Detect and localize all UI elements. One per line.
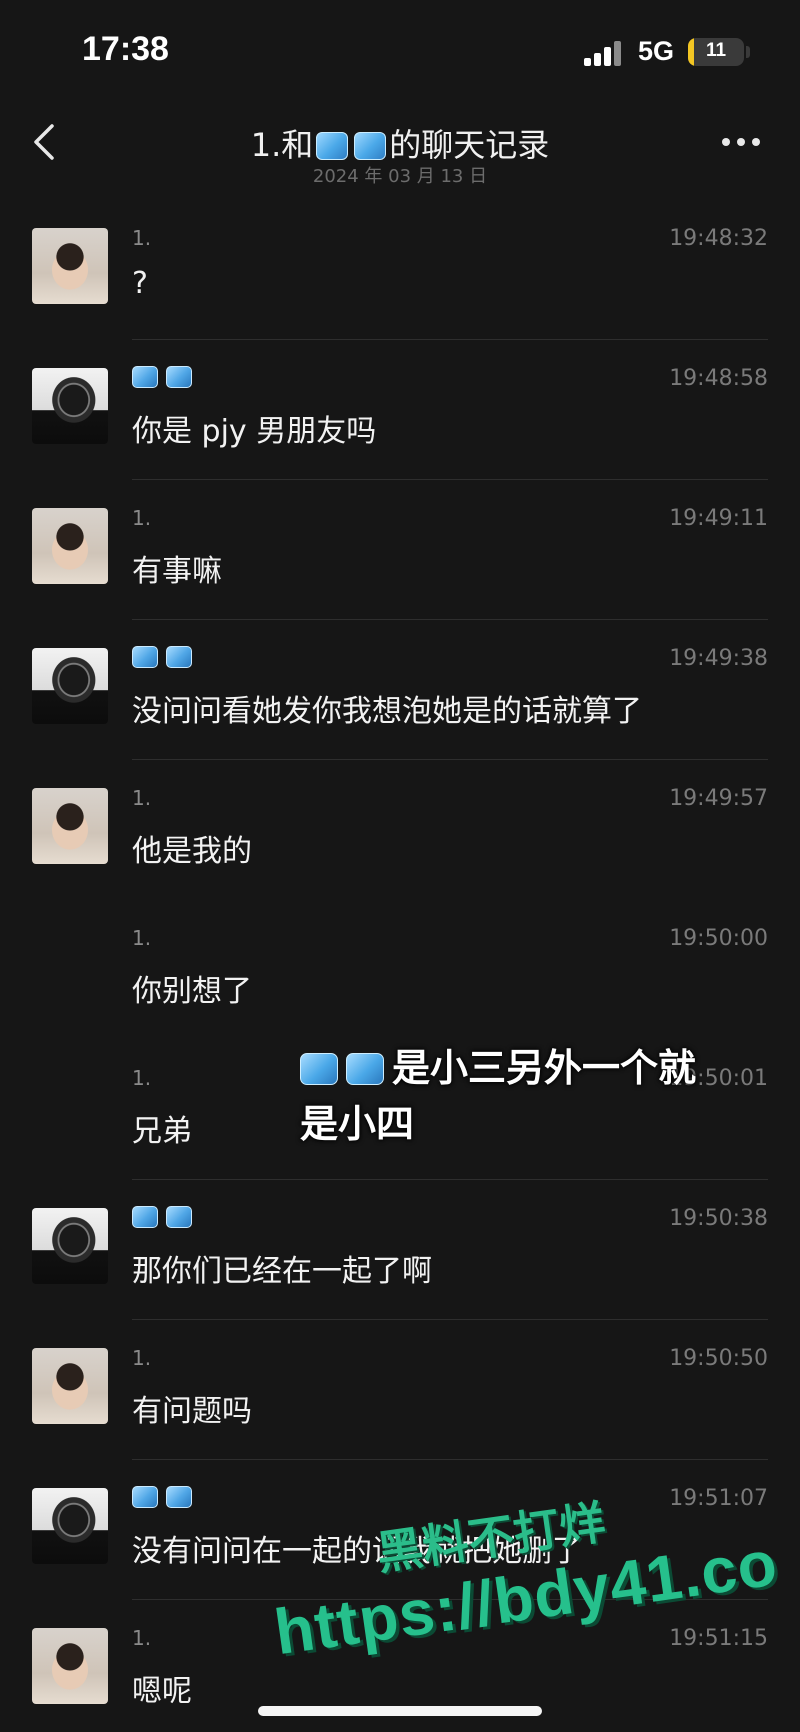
- message-sender: [132, 1206, 200, 1231]
- message-time: 19:49:38: [669, 646, 768, 671]
- message-sender: 1.: [132, 1626, 152, 1650]
- message-time: 19:49:57: [669, 786, 768, 811]
- message-text: 有问题吗: [132, 1394, 252, 1429]
- ice-cube-emoji-icon: [166, 1206, 192, 1228]
- title-prefix: 1.和: [250, 126, 314, 164]
- home-indicator[interactable]: [258, 1706, 542, 1716]
- message-text: 没问问看她发你我想泡她是的话就算了: [132, 694, 642, 729]
- message-sender: 1.: [132, 926, 152, 950]
- navigation-bar: 1.和 的聊天记录 2024 年 03 月 13 日: [0, 100, 800, 200]
- kid-avatar[interactable]: [32, 788, 108, 864]
- message-row: 19:48:58 你是 pjy 男朋友吗: [0, 340, 800, 480]
- message-row: 19:50:38 那你们已经在一起了啊: [0, 1180, 800, 1320]
- message-row: 1. 19:49:11 有事嘛: [0, 480, 800, 620]
- ice-cube-emoji-icon: [346, 1053, 384, 1085]
- message-sender: [132, 366, 200, 391]
- status-bar: 17:38 5G 11: [0, 0, 800, 100]
- message-time: 19:51:07: [669, 1486, 768, 1511]
- man-avatar[interactable]: [32, 1488, 108, 1564]
- status-time: 17:38: [82, 30, 169, 68]
- message-sender: 1.: [132, 506, 152, 530]
- kid-avatar[interactable]: [32, 228, 108, 304]
- ice-cube-emoji-icon: [166, 1486, 192, 1508]
- ice-cube-emoji-icon: [300, 1053, 338, 1085]
- message-text: 有事嘛: [132, 554, 222, 589]
- message-text: 兄弟: [132, 1114, 192, 1149]
- ice-cube-emoji-icon: [132, 366, 158, 388]
- message-time: 19:50:00: [669, 926, 768, 951]
- battery-icon: 11: [688, 38, 744, 66]
- message-time: 19:51:15: [669, 1626, 768, 1651]
- overlay-caption-line-1: 是小三另外一个就: [300, 1040, 760, 1096]
- message-time: 19:50:50: [669, 1346, 768, 1371]
- signal-icon: [584, 40, 622, 66]
- message-time: 19:48:58: [669, 366, 768, 391]
- battery-tip: [746, 46, 750, 58]
- message-text: 嗯呢: [132, 1674, 192, 1709]
- message-text: 他是我的: [132, 834, 252, 869]
- back-arrow-icon[interactable]: [28, 120, 68, 164]
- ice-cube-emoji-icon: [132, 1206, 158, 1228]
- ice-cube-emoji-icon: [316, 132, 349, 160]
- message-text: 你别想了: [132, 974, 252, 1009]
- message-row: 1. 19:50:00 你别想了: [0, 900, 800, 1040]
- ice-cube-emoji-icon: [166, 646, 192, 668]
- network-type: 5G: [638, 36, 675, 66]
- man-avatar[interactable]: [32, 368, 108, 444]
- message-text: ?: [132, 266, 148, 301]
- title-suffix: 的聊天记录: [389, 126, 550, 164]
- kid-avatar[interactable]: [32, 1348, 108, 1424]
- chat-date: 2024 年 03 月 13 日: [312, 166, 488, 187]
- more-options-icon[interactable]: [722, 138, 762, 148]
- message-sender: [132, 1486, 200, 1511]
- chat-record-title: 1.和 的聊天记录: [150, 120, 650, 166]
- overlay-caption-line-2: 是小四: [300, 1102, 415, 1146]
- message-time: 19:50:38: [669, 1206, 768, 1231]
- message-sender: 1.: [132, 1066, 152, 1090]
- battery-level: 11: [705, 40, 727, 61]
- overlay-caption-text-1: 是小三另外一个就: [392, 1046, 697, 1090]
- message-sender: 1.: [132, 1346, 152, 1370]
- message-sender: 1.: [132, 226, 152, 250]
- man-avatar[interactable]: [32, 1208, 108, 1284]
- message-sender: [132, 646, 200, 671]
- man-avatar[interactable]: [32, 648, 108, 724]
- message-row: 1. 19:50:50 有问题吗: [0, 1320, 800, 1460]
- message-row: 1. 19:48:32 ?: [0, 200, 800, 340]
- ice-cube-emoji-icon: [132, 646, 158, 668]
- message-text: 那你们已经在一起了啊: [132, 1254, 432, 1289]
- message-row: 19:49:38 没问问看她发你我想泡她是的话就算了: [0, 620, 800, 760]
- message-text: 你是 pjy 男朋友吗: [132, 414, 377, 449]
- message-sender: 1.: [132, 786, 152, 810]
- kid-avatar[interactable]: [32, 1628, 108, 1704]
- kid-avatar[interactable]: [32, 508, 108, 584]
- message-time: 19:48:32: [669, 226, 768, 251]
- ice-cube-emoji-icon: [354, 132, 387, 160]
- message-time: 19:49:11: [669, 506, 768, 531]
- ice-cube-emoji-icon: [166, 366, 192, 388]
- ice-cube-emoji-icon: [132, 1486, 158, 1508]
- message-row: 1. 19:49:57 他是我的: [0, 760, 800, 900]
- overlay-caption: 是小三另外一个就 是小四: [300, 1040, 760, 1152]
